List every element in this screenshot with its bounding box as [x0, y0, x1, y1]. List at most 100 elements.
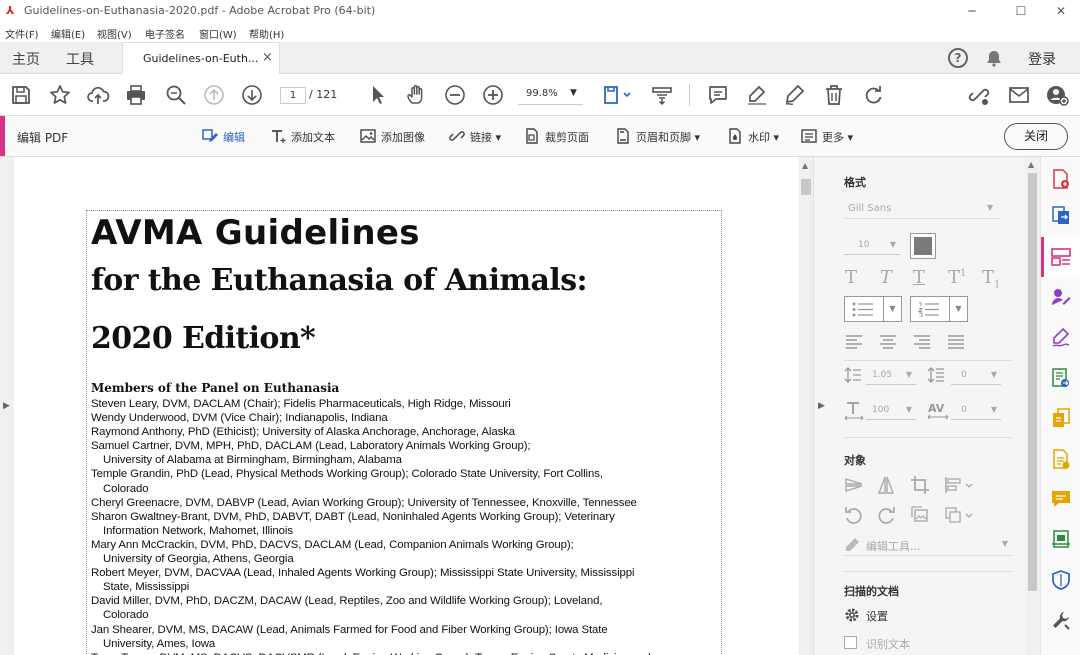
more-tools-wrench-icon[interactable] [1051, 610, 1071, 630]
menu-file[interactable]: 文件(F) [5, 26, 39, 41]
tab-tools[interactable]: 工具 [66, 49, 94, 69]
menu-help[interactable]: 帮助(H) [249, 26, 284, 41]
member-line[interactable]: Information Network, Mahomet, Illinois [91, 524, 723, 538]
member-line[interactable]: University, Ames, Iowa [91, 637, 723, 651]
text-normal-icon[interactable]: T [845, 267, 857, 288]
bookmark-star-icon[interactable] [48, 83, 72, 107]
tab-home[interactable]: 主页 [12, 49, 40, 69]
line-spacing-dropdown[interactable]: 1.05 ▼ [866, 365, 916, 385]
text-superscript-icon[interactable]: T1 [948, 267, 966, 288]
header-footer-tool[interactable]: 页眉和页脚 ▾ [615, 128, 700, 146]
scan-ocr-icon[interactable] [1051, 368, 1071, 388]
replace-image-icon[interactable] [910, 505, 930, 525]
zoom-in-icon[interactable] [481, 83, 505, 107]
maximize-button[interactable]: ☐ [1001, 2, 1041, 20]
document-scrollbar[interactable]: ▲ [799, 157, 813, 655]
member-line[interactable]: University of Alabama at Birmingham, Bir… [91, 453, 723, 467]
fit-page-icon[interactable] [601, 83, 633, 107]
tab-close-icon[interactable]: × [262, 50, 273, 65]
panel-splitter[interactable]: ▶ [813, 157, 828, 655]
upload-cloud-icon[interactable] [86, 83, 110, 107]
align-center-icon[interactable] [880, 335, 896, 349]
close-edit-button[interactable]: 关闭 [1004, 123, 1068, 150]
text-italic-icon[interactable]: T [880, 267, 892, 288]
recognize-text-checkbox[interactable]: 识别文本 [844, 634, 974, 652]
pdf-page[interactable]: AVMA Guidelines for the Euthanasia of An… [86, 210, 722, 655]
select-cursor-icon[interactable] [366, 83, 390, 107]
member-line[interactable]: Samuel Cartner, DVM, MPH, PhD, DACLAM (L… [91, 439, 723, 453]
text-subscript-icon[interactable]: T1 [982, 267, 1000, 291]
export-pdf-icon[interactable] [1051, 205, 1071, 225]
member-line[interactable]: Steven Leary, DVM, DACLAM (Chair); Fidel… [91, 397, 723, 411]
tab-document[interactable]: Guidelines-on-Euth... × [122, 42, 280, 75]
request-esign-icon[interactable] [1051, 287, 1071, 307]
hand-pan-icon[interactable] [404, 83, 428, 107]
rotate-icon[interactable] [861, 83, 885, 107]
crop-pages-tool[interactable]: 裁剪页面 [524, 128, 589, 146]
flip-vertical-icon[interactable] [844, 475, 864, 495]
create-pdf-icon[interactable] [1051, 169, 1071, 189]
highlight-pen-icon[interactable] [745, 83, 769, 107]
rotate-left-icon[interactable] [844, 505, 864, 525]
char-spacing-dropdown[interactable]: 0 ▼ [951, 400, 1001, 420]
scrollbar-thumb[interactable] [801, 179, 811, 195]
arrange-objects-icon[interactable] [944, 505, 976, 525]
document-viewport[interactable]: AVMA Guidelines for the Euthanasia of An… [14, 157, 799, 655]
member-line[interactable]: University of Georgia, Athens, Georgia [91, 552, 723, 566]
left-panel-toggle[interactable]: ▶ [0, 157, 14, 655]
add-image-tool[interactable]: 添加图像 [360, 128, 425, 146]
scan-settings-button[interactable]: 设置 [844, 606, 964, 624]
edit-pdf-rail-active[interactable] [1041, 237, 1080, 277]
login-link[interactable]: 登录 [1028, 49, 1056, 69]
align-justify-icon[interactable] [948, 335, 964, 349]
share-link-icon[interactable] [967, 83, 991, 107]
panel-scrollbar-thumb[interactable] [1028, 173, 1037, 591]
comment-icon[interactable] [706, 83, 730, 107]
member-line[interactable]: Cheryl Greenacre, DVM, DABVP (Lead, Avia… [91, 496, 723, 510]
member-line[interactable]: State, Mississippi [91, 580, 723, 594]
menu-esign[interactable]: 电子签名 [145, 26, 185, 41]
menu-window[interactable]: 窗口(W) [199, 26, 237, 41]
delete-trash-icon[interactable] [822, 83, 846, 107]
zoom-level-dropdown[interactable]: 99.8% ▼ [518, 85, 583, 105]
save-icon[interactable] [9, 83, 33, 107]
edit-tool[interactable]: 编辑 [202, 128, 245, 146]
link-tool[interactable]: 链接 ▾ [449, 128, 501, 146]
crop-icon[interactable] [910, 475, 930, 495]
flip-horizontal-icon[interactable] [876, 475, 896, 495]
add-text-tool[interactable]: 添加文本 [270, 128, 335, 146]
font-family-dropdown[interactable]: Gill Sans ▼ [844, 199, 1001, 219]
print-production-icon[interactable] [1051, 529, 1071, 549]
email-icon[interactable] [1007, 83, 1031, 107]
members-heading[interactable]: Members of the Panel on Euthanasia [91, 381, 339, 395]
rotate-right-icon[interactable] [876, 505, 896, 525]
bell-icon[interactable] [985, 49, 1003, 67]
collapse-panel-icon[interactable]: ▶ [818, 401, 825, 411]
scroll-up-icon[interactable]: ▲ [1028, 160, 1034, 169]
scroll-up-icon[interactable]: ▲ [802, 161, 808, 170]
protect-shield-icon[interactable] [1051, 570, 1071, 590]
doc-title[interactable]: AVMA Guidelines [91, 213, 420, 253]
zoom-out-icon[interactable] [443, 83, 467, 107]
member-line[interactable]: Raymond Anthony, PhD (Ethicist); Univers… [91, 425, 723, 439]
next-page-icon[interactable] [240, 83, 264, 107]
member-line[interactable]: Jan Shearer, DVM, MS, DACAW (Lead, Anima… [91, 623, 723, 637]
doc-subtitle-2[interactable]: 2020 Edition* [91, 321, 316, 356]
member-line[interactable]: Temple Grandin, PhD (Lead, Physical Meth… [91, 467, 723, 481]
align-right-icon[interactable] [914, 335, 930, 349]
font-size-dropdown[interactable]: 10 ▼ [844, 235, 900, 255]
member-line[interactable]: Robert Meyer, DVM, DACVAA (Lead, Inhaled… [91, 566, 723, 580]
minimize-button[interactable]: ─ [952, 2, 992, 20]
align-objects-icon[interactable] [944, 475, 976, 495]
menu-edit[interactable]: 编辑(E) [51, 26, 85, 41]
window-close-button[interactable]: ✕ [1041, 2, 1080, 20]
member-line[interactable]: Colorado [91, 608, 723, 622]
add-user-icon[interactable] [1045, 83, 1069, 107]
organize-pages-icon[interactable] [1051, 408, 1071, 428]
text-underline-icon[interactable]: T [913, 267, 925, 288]
zoom-search-icon[interactable] [164, 83, 188, 107]
font-color-swatch[interactable] [910, 233, 936, 259]
member-line[interactable]: David Miller, DVM, PhD, DACZM, DACAW (Le… [91, 594, 723, 608]
numbered-list-button[interactable]: ▼ [910, 296, 968, 322]
scroll-mode-icon[interactable] [650, 83, 674, 107]
